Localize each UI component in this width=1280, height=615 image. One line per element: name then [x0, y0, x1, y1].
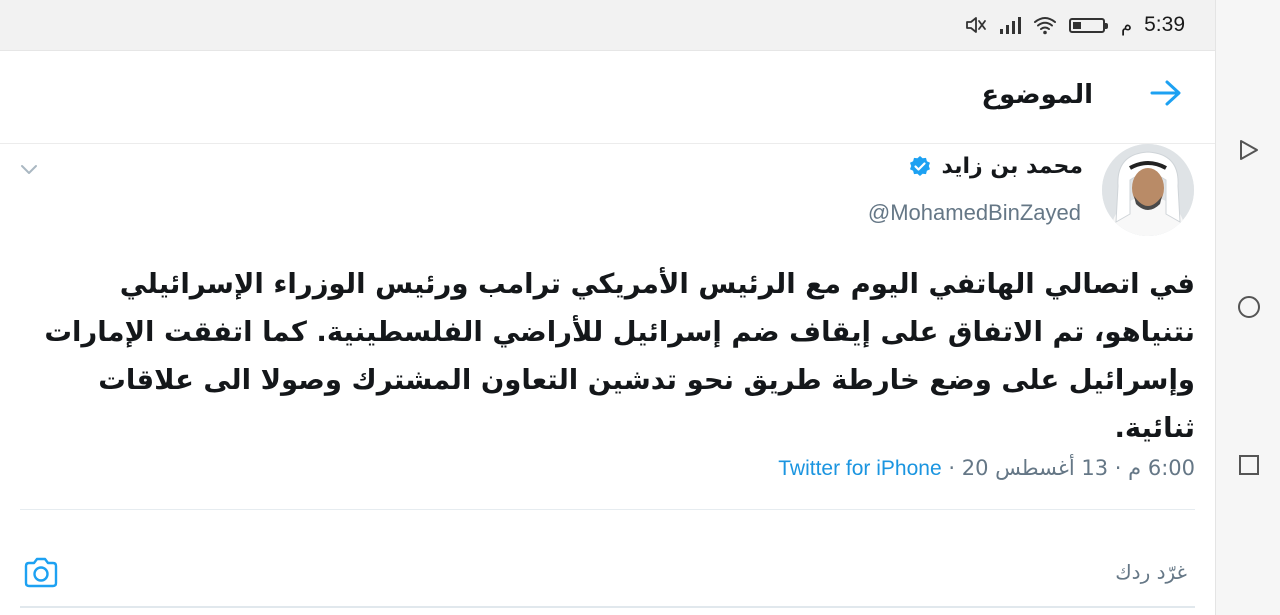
battery-icon	[1068, 17, 1108, 33]
home-circle-icon	[1238, 296, 1260, 318]
nav-home-button[interactable]	[1236, 294, 1262, 320]
nav-recents-button[interactable]	[1236, 452, 1262, 478]
tweet-text: في اتصالي الهاتفي اليوم مع الرئيس الأمري…	[44, 268, 1195, 444]
handle[interactable]: @MohamedBinZayed	[868, 200, 1081, 226]
meta-separator-2: ·	[948, 456, 956, 480]
android-nav-bar	[1215, 0, 1280, 615]
thread-header: الموضوع	[0, 51, 1215, 144]
divider	[20, 509, 1195, 510]
status-time: 5:39	[1144, 13, 1185, 36]
tweet-time: 6:00 م	[1128, 456, 1195, 480]
display-name[interactable]: محمد بن زايد	[942, 154, 1084, 179]
status-ampm: م	[1120, 14, 1133, 36]
tweet-source-link[interactable]: Twitter for iPhone	[778, 457, 941, 480]
status-icons: م 5:39	[965, 10, 1185, 40]
signal-icon	[999, 17, 1021, 34]
tweet-date: 13 أغسطس 20	[961, 456, 1109, 480]
screen: م 5:39 الموضوع محمد بن زايد @MohamedBinZ…	[0, 0, 1280, 615]
status-bar: م 5:39	[0, 0, 1215, 51]
reply-underline	[20, 606, 1195, 608]
reply-input[interactable]: غرّد ردك	[1115, 560, 1187, 584]
back-button[interactable]	[1146, 73, 1186, 113]
nav-back-button[interactable]	[1236, 137, 1262, 163]
meta-separator: ·	[1114, 456, 1122, 480]
battery-level	[1072, 21, 1081, 29]
chevron-down-icon[interactable]	[18, 158, 40, 180]
verified-badge-icon	[909, 155, 930, 176]
avatar-image	[1102, 144, 1194, 236]
camera-icon[interactable]	[22, 554, 60, 592]
page-title: الموضوع	[981, 80, 1093, 110]
reply-composer[interactable]: غرّد ردك	[0, 530, 1215, 615]
wifi-icon	[1033, 17, 1056, 35]
tweet-meta: 6:00 م · 13 أغسطس 20 · Twitter for iPhon…	[778, 456, 1195, 481]
tweet: محمد بن زايد @MohamedBinZayed في اتصالي …	[0, 144, 1215, 529]
recents-square-icon	[1239, 455, 1259, 475]
back-triangle-icon	[1240, 140, 1258, 160]
mute-icon	[966, 17, 986, 33]
arrow-right-icon	[1150, 80, 1181, 106]
avatar[interactable]	[1102, 144, 1194, 236]
author-row[interactable]: محمد بن زايد	[908, 154, 1084, 179]
